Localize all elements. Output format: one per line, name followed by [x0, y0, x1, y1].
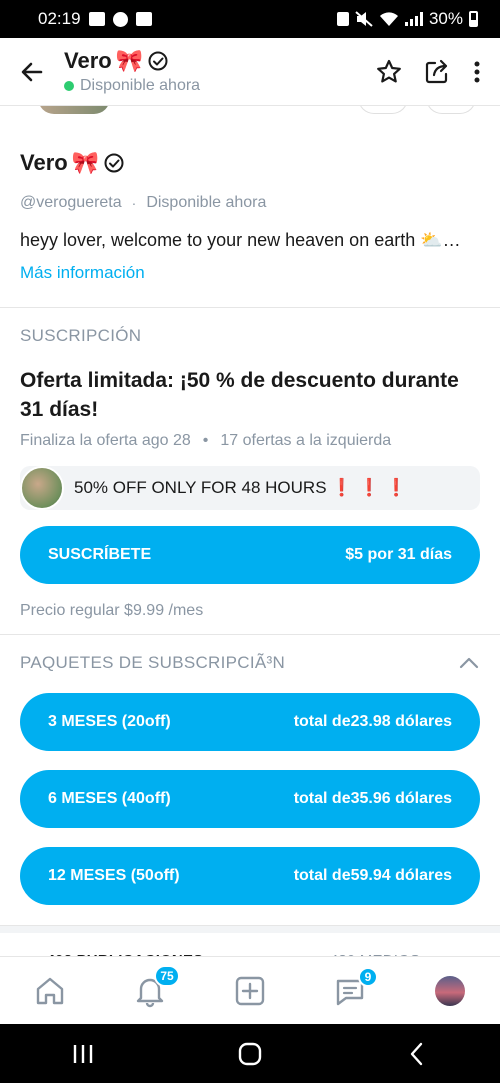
header-status: Disponible ahora	[80, 77, 201, 94]
nav-notifications[interactable]: 75	[128, 964, 180, 1013]
back-chevron-icon	[410, 1042, 422, 1065]
separator-dot: •	[202, 432, 209, 449]
promo-message: 50% OFF ONLY FOR 48 HOURS ❗❗❗	[20, 466, 480, 510]
online-dot	[64, 81, 74, 91]
battery-percent: 30%	[428, 9, 463, 28]
profile-content: Vero 🎀 @veroguereta · Disponible ahora h…	[0, 98, 500, 977]
chevron-up-icon	[459, 657, 479, 669]
offer-ends: Finaliza la oferta ago 28	[20, 432, 191, 449]
star-icon	[377, 59, 401, 82]
bundle-label: 3 MESES (20off)	[48, 713, 171, 730]
bundles-heading: PAQUETES DE SUBSCRIPCIÃ³N	[20, 653, 286, 672]
header-emoji: 🎀	[115, 48, 144, 73]
cover-area	[0, 98, 500, 120]
promo-text: 50% OFF ONLY FOR 48 HOURS	[74, 478, 327, 497]
divider	[0, 307, 500, 308]
divider	[0, 634, 500, 635]
profile-emoji: 🎀	[71, 150, 100, 175]
status-bar: 02:19 30%	[0, 0, 500, 38]
favorite-button[interactable]	[374, 57, 404, 87]
subscription-heading: SUSCRIPCIÓN	[20, 326, 142, 345]
profile-bio: heyy lover, welcome to your new heaven o…	[20, 230, 461, 250]
bundle-button-12-months[interactable]: 12 MESES (50off) total de59.94 dólares	[20, 847, 480, 905]
promo-exclamation: ❗❗❗	[331, 478, 413, 497]
more-vert-icon	[474, 61, 480, 82]
verified-icon	[148, 51, 168, 71]
offer-title: Oferta limitada: ¡50 % de descuento dura…	[20, 369, 459, 421]
folder-icon	[88, 12, 105, 26]
bundle-button-6-months[interactable]: 6 MESES (40off) total de35.96 dólares	[20, 770, 480, 828]
subscription-section: SUSCRIPCIÓN Oferta limitada: ¡50 % de de…	[0, 326, 500, 620]
subscribe-label: SUSCRÍBETE	[48, 546, 152, 563]
home-system-button[interactable]	[230, 1034, 270, 1074]
add-post-icon	[235, 976, 265, 1005]
home-circle-icon	[238, 1042, 262, 1065]
recents-icon	[74, 1044, 93, 1063]
lock-icon	[336, 12, 349, 26]
profile-handle: @veroguereta	[20, 194, 122, 211]
bundle-price: total de23.98 dólares	[293, 713, 452, 730]
subscribe-price: $5 por 31 días	[345, 546, 452, 563]
bundles-header[interactable]: PAQUETES DE SUBSCRIPCIÃ³N	[20, 653, 480, 673]
nav-home[interactable]	[28, 969, 72, 1013]
section-gap	[0, 925, 500, 933]
nav-messages[interactable]: 9	[328, 966, 378, 1013]
wifi-icon	[379, 12, 398, 26]
share-icon	[425, 59, 448, 83]
more-info-link[interactable]: Más información	[20, 263, 480, 283]
subscribe-button[interactable]: SUSCRÍBETE $5 por 31 días	[20, 526, 480, 584]
mute-icon	[355, 11, 373, 27]
profile-availability: Disponible ahora	[146, 194, 267, 211]
account-icon	[112, 11, 128, 27]
verified-icon	[104, 153, 124, 173]
nav-add-post[interactable]	[228, 969, 272, 1013]
separator-dot: ·	[131, 195, 137, 211]
bundles-section: PAQUETES DE SUBSCRIPCIÃ³N 3 MESES (20off…	[0, 653, 500, 905]
regular-price: Precio regular $9.99 /mes	[20, 602, 204, 619]
back-arrow-icon	[21, 62, 43, 81]
header-title: Vero 🎀 Disponible ahora	[64, 48, 200, 95]
profile-info: Vero 🎀 @veroguereta · Disponible ahora h…	[0, 120, 500, 283]
messages-badge: 9	[358, 966, 378, 987]
home-icon	[36, 977, 64, 1004]
promo-avatar	[20, 466, 64, 510]
bundle-button-3-months[interactable]: 3 MESES (20off) total de23.98 dólares	[20, 693, 480, 751]
user-avatar	[435, 975, 465, 1006]
battery-icon	[469, 11, 478, 27]
system-navigation	[0, 1024, 500, 1083]
status-time: 02:19	[38, 9, 81, 28]
more-options-button[interactable]	[470, 57, 484, 87]
bundle-price: total de59.94 dólares	[293, 867, 452, 884]
recents-button[interactable]	[63, 1034, 103, 1074]
nav-profile[interactable]	[428, 969, 472, 1013]
bottom-navigation: 75 9	[0, 956, 500, 1024]
app-screen: 02:19 30% Vero 🎀 Disponible ahora Vero 🎀…	[0, 0, 500, 1083]
back-system-button[interactable]	[397, 1034, 437, 1074]
offers-left: 17 ofertas a la izquierda	[220, 432, 392, 449]
signal-icon	[404, 12, 423, 26]
notifications-badge: 75	[154, 964, 180, 987]
header-name: Vero	[64, 48, 112, 73]
profile-name: Vero	[20, 150, 68, 175]
profile-header: Vero 🎀 Disponible ahora	[0, 38, 500, 106]
bundle-price: total de35.96 dólares	[293, 790, 452, 807]
back-button[interactable]	[0, 38, 64, 106]
bundle-label: 12 MESES (50off)	[48, 867, 180, 884]
bundle-label: 6 MESES (40off)	[48, 790, 171, 807]
screenshot-icon	[135, 12, 152, 26]
share-button[interactable]	[422, 57, 452, 87]
